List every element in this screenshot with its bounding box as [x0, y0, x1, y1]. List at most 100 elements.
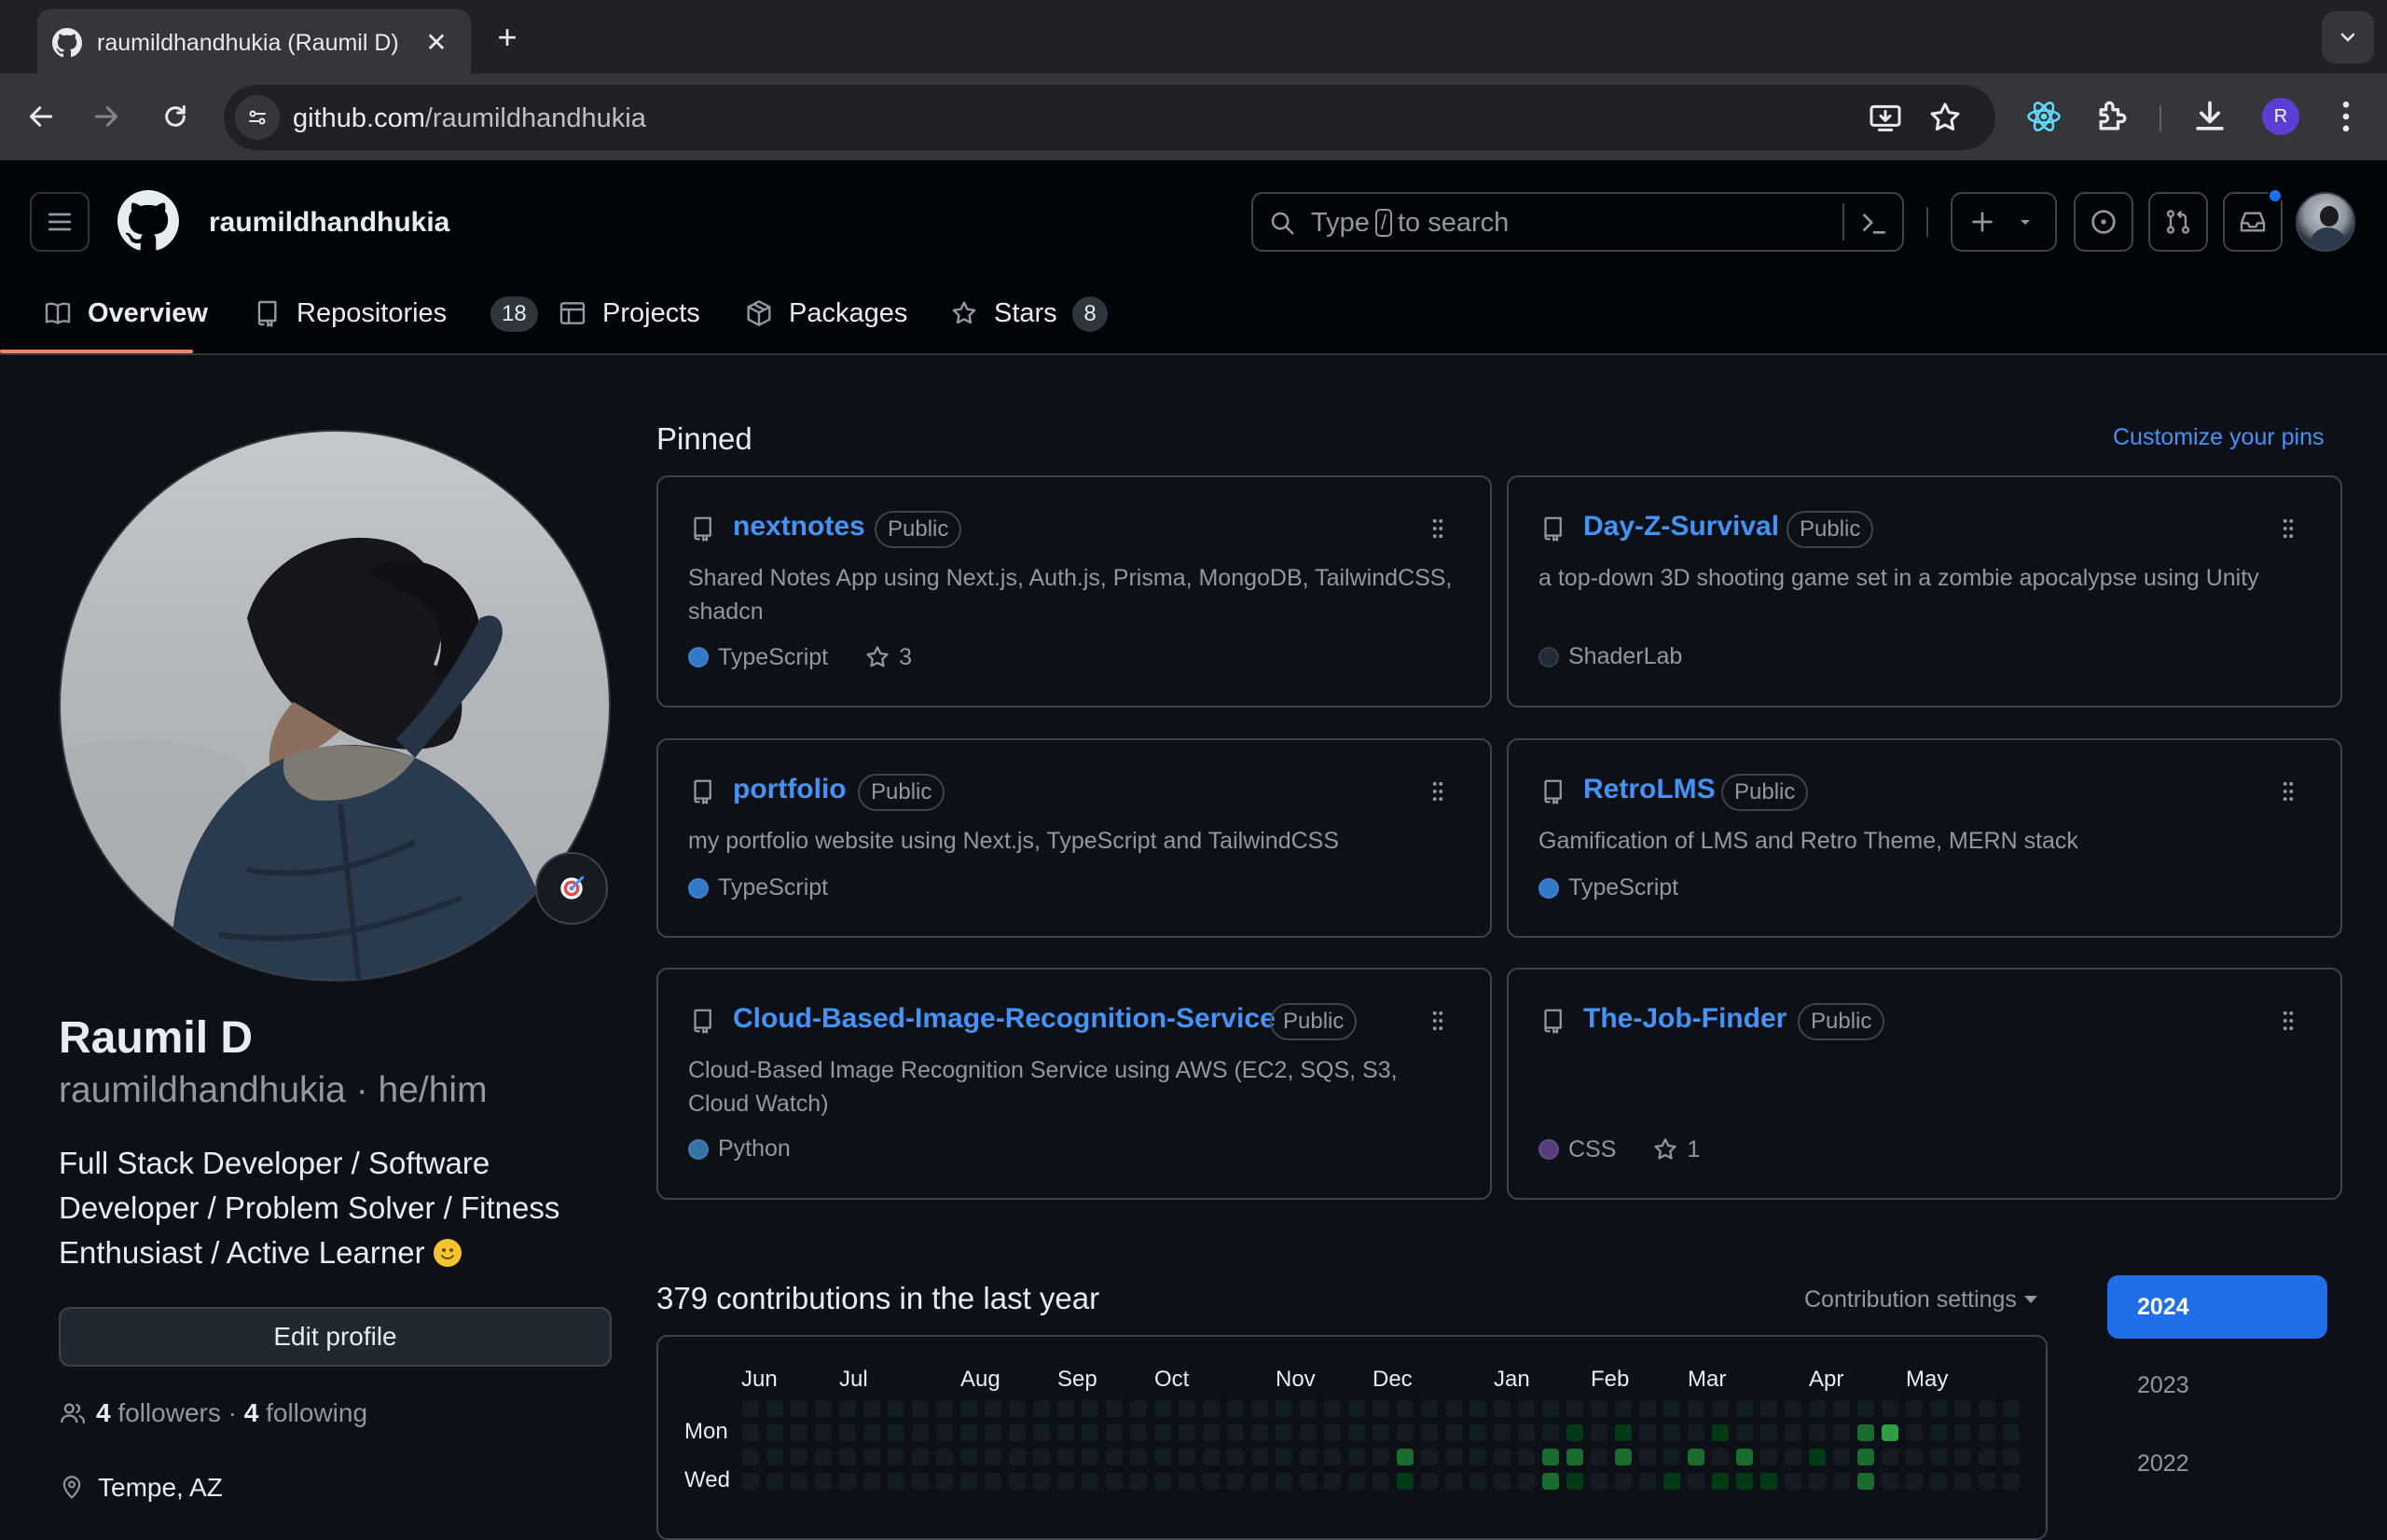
- contribution-day-cell[interactable]: [1057, 1400, 1074, 1417]
- contribution-day-cell[interactable]: [1809, 1449, 1826, 1465]
- contribution-day-cell[interactable]: [1276, 1473, 1292, 1490]
- contribution-day-cell[interactable]: [1276, 1449, 1292, 1465]
- react-devtools-icon[interactable]: [2023, 96, 2064, 137]
- contribution-day-cell[interactable]: [1203, 1400, 1220, 1417]
- contribution-day-cell[interactable]: [1421, 1449, 1438, 1465]
- contribution-day-cell[interactable]: [1591, 1473, 1607, 1490]
- command-palette-icon[interactable]: [1859, 209, 1889, 239]
- contribution-day-cell[interactable]: [766, 1400, 783, 1417]
- contribution-day-cell[interactable]: [985, 1449, 1001, 1465]
- contribution-day-cell[interactable]: [1930, 1400, 1947, 1417]
- contribution-day-cell[interactable]: [791, 1400, 807, 1417]
- contribution-day-cell[interactable]: [1082, 1400, 1098, 1417]
- contribution-day-cell[interactable]: [1033, 1424, 1050, 1441]
- contribution-day-cell[interactable]: [960, 1400, 977, 1417]
- contribution-day-cell[interactable]: [1760, 1424, 1777, 1441]
- contribution-day-cell[interactable]: [1373, 1473, 1389, 1490]
- contribution-day-cell[interactable]: [1518, 1449, 1535, 1465]
- contribution-day-cell[interactable]: [1227, 1424, 1244, 1441]
- contribution-day-cell[interactable]: [1082, 1424, 1098, 1441]
- contribution-day-cell[interactable]: [1518, 1400, 1535, 1417]
- contribution-day-cell[interactable]: [1324, 1400, 1341, 1417]
- contribution-settings-dropdown[interactable]: Contribution settings: [1804, 1286, 2037, 1313]
- contribution-day-cell[interactable]: [1857, 1424, 1874, 1441]
- contribution-day-cell[interactable]: [1615, 1473, 1632, 1490]
- contribution-day-cell[interactable]: [1469, 1473, 1486, 1490]
- contribution-day-cell[interactable]: [1348, 1424, 1365, 1441]
- contribution-day-cell[interactable]: [2003, 1473, 2020, 1490]
- contribution-day-cell[interactable]: [1760, 1473, 1777, 1490]
- contribution-day-cell[interactable]: [1082, 1473, 1098, 1490]
- contribution-day-cell[interactable]: [1639, 1473, 1656, 1490]
- repo-name-link[interactable]: portfolio: [733, 774, 847, 805]
- contribution-day-cell[interactable]: [1227, 1400, 1244, 1417]
- contribution-day-cell[interactable]: [863, 1449, 880, 1465]
- bookmark-star-icon[interactable]: [1926, 99, 1964, 136]
- repo-name-link[interactable]: RetroLMS: [1583, 774, 1716, 805]
- contribution-day-cell[interactable]: [1979, 1449, 1995, 1465]
- contribution-day-cell[interactable]: [1663, 1400, 1680, 1417]
- followers-link[interactable]: followers: [117, 1398, 220, 1428]
- contribution-day-cell[interactable]: [815, 1424, 832, 1441]
- drag-grip-icon[interactable]: [2279, 779, 2297, 804]
- new-tab-plus-icon[interactable]: +: [489, 19, 526, 56]
- contribution-day-cell[interactable]: [1106, 1473, 1123, 1490]
- contribution-day-cell[interactable]: [1809, 1473, 1826, 1490]
- tab-stars[interactable]: Stars 8: [949, 280, 1136, 354]
- contribution-day-cell[interactable]: [2003, 1400, 2020, 1417]
- contribution-day-cell[interactable]: [1057, 1449, 1074, 1465]
- contribution-day-cell[interactable]: [888, 1473, 904, 1490]
- repo-stars[interactable]: 3: [863, 643, 912, 671]
- contribution-day-cell[interactable]: [1615, 1424, 1632, 1441]
- contribution-day-cell[interactable]: [791, 1449, 807, 1465]
- contribution-day-cell[interactable]: [1203, 1473, 1220, 1490]
- contribution-day-cell[interactable]: [1833, 1424, 1850, 1441]
- contribution-day-cell[interactable]: [960, 1424, 977, 1441]
- contribution-day-cell[interactable]: [2003, 1424, 2020, 1441]
- contribution-day-cell[interactable]: [791, 1424, 807, 1441]
- contribution-day-cell[interactable]: [839, 1424, 856, 1441]
- contribution-day-cell[interactable]: [791, 1473, 807, 1490]
- contribution-day-cell[interactable]: [1930, 1473, 1947, 1490]
- contribution-day-cell[interactable]: [1736, 1424, 1753, 1441]
- drag-grip-icon[interactable]: [1428, 779, 1447, 804]
- contribution-day-cell[interactable]: [1033, 1400, 1050, 1417]
- contribution-day-cell[interactable]: [1542, 1424, 1559, 1441]
- contribution-day-cell[interactable]: [742, 1473, 759, 1490]
- contribution-day-cell[interactable]: [960, 1473, 977, 1490]
- contribution-day-cell[interactable]: [912, 1400, 929, 1417]
- contribution-day-cell[interactable]: [839, 1473, 856, 1490]
- contribution-day-cell[interactable]: [936, 1473, 953, 1490]
- contribution-day-cell[interactable]: [1518, 1424, 1535, 1441]
- contribution-day-cell[interactable]: [1760, 1400, 1777, 1417]
- contribution-day-cell[interactable]: [1154, 1449, 1171, 1465]
- contribution-day-cell[interactable]: [766, 1473, 783, 1490]
- repo-name-link[interactable]: nextnotes: [733, 511, 865, 543]
- contribution-day-cell[interactable]: [1179, 1449, 1195, 1465]
- tab-overview[interactable]: Overview: [30, 280, 208, 354]
- contribution-day-cell[interactable]: [1033, 1449, 1050, 1465]
- contribution-day-cell[interactable]: [1445, 1449, 1462, 1465]
- contribution-day-cell[interactable]: [1179, 1400, 1195, 1417]
- year-button[interactable]: 2024: [2107, 1275, 2327, 1339]
- contribution-day-cell[interactable]: [1251, 1473, 1268, 1490]
- close-tab-icon[interactable]: ✕: [420, 26, 453, 60]
- contribution-day-cell[interactable]: [1421, 1400, 1438, 1417]
- contribution-day-cell[interactable]: [1663, 1424, 1680, 1441]
- contribution-day-cell[interactable]: [1954, 1449, 1971, 1465]
- contribution-day-cell[interactable]: [2003, 1449, 2020, 1465]
- site-settings-icon[interactable]: [235, 95, 280, 140]
- contribution-day-cell[interactable]: [1348, 1449, 1365, 1465]
- year-button[interactable]: 2023: [2107, 1354, 2327, 1417]
- contribution-day-cell[interactable]: [1930, 1449, 1947, 1465]
- contribution-day-cell[interactable]: [1833, 1449, 1850, 1465]
- drag-grip-icon[interactable]: [2279, 516, 2297, 541]
- address-bar[interactable]: github.com/raumildhandhukia: [224, 85, 1995, 150]
- contribution-day-cell[interactable]: [1591, 1400, 1607, 1417]
- contribution-day-cell[interactable]: [1712, 1473, 1729, 1490]
- contribution-day-cell[interactable]: [1615, 1449, 1632, 1465]
- downloads-icon[interactable]: [2189, 96, 2230, 137]
- contribution-day-cell[interactable]: [1785, 1400, 1801, 1417]
- drag-grip-icon[interactable]: [2279, 1009, 2297, 1033]
- contribution-day-cell[interactable]: [1154, 1424, 1171, 1441]
